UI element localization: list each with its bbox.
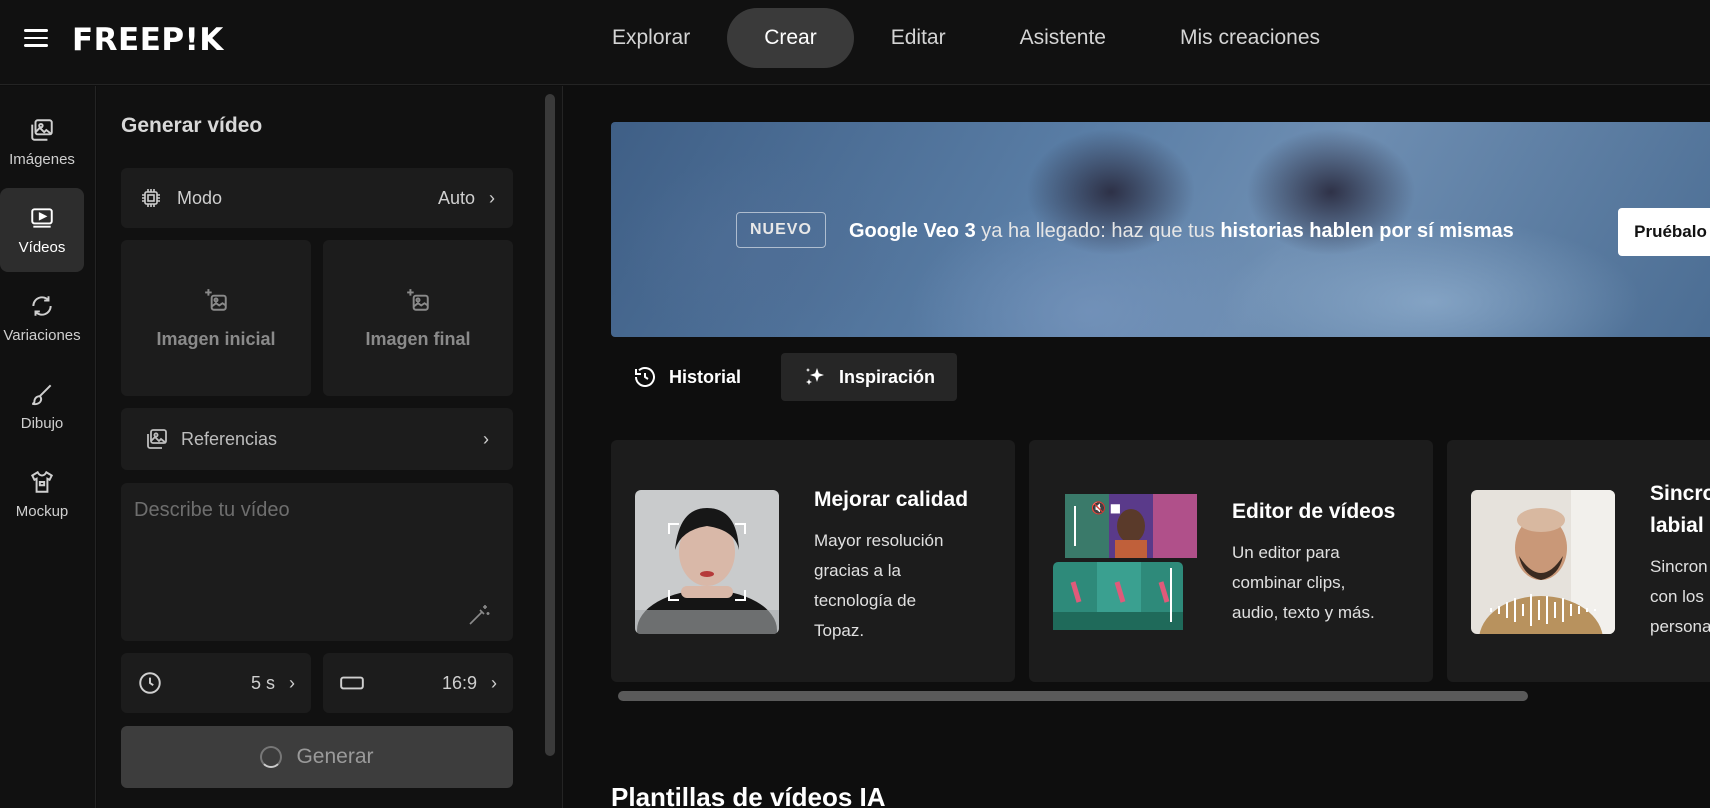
chevron-right-icon: ›: [483, 428, 489, 449]
aspect-ratio-icon: [340, 676, 364, 690]
rail-item-dibujo[interactable]: Dibujo: [0, 364, 84, 448]
chip-icon: [142, 189, 160, 207]
mode-value: Auto: [437, 187, 475, 208]
history-icon: [635, 367, 655, 387]
top-bar: FREEP!K Explorar Crear Editar Asistente …: [0, 0, 1710, 85]
rail-label: Variaciones: [3, 326, 81, 344]
tool-rail: Imágenes Vídeos Variaciones Dibujo Mocku…: [0, 86, 96, 808]
video-icon: [31, 207, 53, 228]
tab-inspiracion[interactable]: Inspiración: [781, 353, 958, 401]
promo-banner[interactable]: NUEVO Google Veo 3 ya ha llegado: haz qu…: [611, 122, 1710, 337]
chevron-right-icon: ›: [489, 187, 495, 208]
feature-desc-line: combinar clips,: [1232, 573, 1346, 592]
add-image-icon: [407, 288, 429, 311]
section-title: Plantillas de vídeos IA: [611, 782, 886, 808]
generate-panel: Generar vídeo Modo Auto › Imagen inicial…: [97, 86, 563, 808]
rail-label: Mockup: [15, 502, 69, 520]
magic-wand-icon[interactable]: [467, 603, 491, 627]
nav-editar[interactable]: Editar: [854, 8, 983, 68]
chevron-right-icon: ›: [289, 672, 295, 693]
images-icon: [31, 118, 53, 141]
sparkles-icon: [806, 368, 824, 385]
rail-item-mockup[interactable]: Mockup: [0, 452, 84, 536]
lip-sync-thumbnail: [1471, 490, 1615, 634]
refresh-icon: [32, 295, 52, 316]
panel-scrollbar[interactable]: [545, 94, 555, 756]
tshirt-icon: [30, 470, 54, 493]
freepik-logo[interactable]: FREEP!K: [72, 22, 224, 58]
rail-item-videos[interactable]: Vídeos: [0, 188, 84, 272]
duration-value: 5 s: [250, 672, 275, 693]
generate-button[interactable]: Generar: [121, 726, 513, 788]
feature-title-line-2: labial: [1650, 514, 1704, 537]
mode-label: Modo: [177, 187, 223, 208]
feature-desc-line: tecnología de: [814, 591, 917, 610]
prompt-textarea[interactable]: Describe tu vídeo: [121, 483, 513, 641]
banner-bold-1: Google Veo 3: [849, 220, 976, 242]
feature-desc-line: gracias a la: [814, 561, 901, 580]
nav-explorar[interactable]: Explorar: [575, 8, 727, 68]
add-image-icon: [205, 288, 227, 311]
nav-asistente[interactable]: Asistente: [983, 8, 1143, 68]
features-scrollbar[interactable]: [618, 691, 1528, 701]
upscale-thumbnail: [635, 490, 779, 634]
feature-card-lip-sync[interactable]: Sincro labial Sincron con los persona: [1447, 440, 1710, 682]
try-it-button[interactable]: Pruébalo: [1618, 208, 1710, 256]
aspect-ratio-value: 16:9: [441, 672, 477, 693]
feature-desc-line: con los: [1650, 587, 1704, 606]
end-image-label: Imagen final: [365, 328, 471, 349]
tab-label: Inspiración: [839, 366, 936, 387]
svg-text:🔇 ■: 🔇 ■: [1091, 501, 1121, 515]
chevron-right-icon: ›: [491, 672, 497, 693]
feature-desc-line: Mayor resolución: [814, 531, 944, 550]
feature-desc-line: Sincron: [1650, 557, 1708, 576]
end-image-upload[interactable]: Imagen final: [323, 240, 513, 396]
menu-icon[interactable]: [24, 29, 48, 47]
banner-plain: ya ha llegado: haz que tus: [975, 220, 1221, 242]
feature-title: Sincro: [1650, 482, 1710, 505]
brush-icon: [31, 384, 52, 405]
prompt-placeholder: Describe tu vídeo: [134, 499, 290, 521]
tab-historial[interactable]: Historial: [611, 353, 763, 401]
start-image-label: Imagen inicial: [156, 328, 276, 349]
main-content: NUEVO Google Veo 3 ya ha llegado: haz qu…: [564, 86, 1710, 808]
nav-crear[interactable]: Crear: [727, 8, 854, 68]
generate-label: Generar: [296, 745, 374, 768]
feature-desc-line: Topaz.: [814, 621, 865, 640]
clock-icon: [139, 672, 161, 694]
feature-title: Editor de vídeos: [1232, 500, 1396, 523]
spinner-icon: [260, 746, 283, 768]
banner-text: Google Veo 3 ya ha llegado: haz que tus …: [849, 220, 1514, 243]
panel-title: Generar vídeo: [121, 114, 263, 137]
rail-label: Imágenes: [9, 150, 75, 168]
mode-selector[interactable]: Modo Auto ›: [121, 168, 513, 228]
banner-bold-2: historias hablen por sí mismas: [1220, 220, 1514, 242]
new-badge: NUEVO: [736, 212, 826, 248]
rail-item-imagenes[interactable]: Imágenes: [0, 100, 84, 184]
feature-title: Mejorar calidad: [814, 488, 969, 511]
rail-label: Dibujo: [20, 414, 64, 432]
video-editor-thumbnail: 🔇 ■: [1053, 490, 1197, 634]
feature-desc-line: audio, texto y más.: [1232, 603, 1375, 622]
references-selector[interactable]: Referencias ›: [121, 408, 513, 470]
feature-desc-line: Un editor para: [1232, 543, 1340, 562]
tab-label: Historial: [669, 366, 742, 387]
rail-label: Vídeos: [18, 238, 66, 256]
references-label: Referencias: [181, 428, 278, 449]
aspect-ratio-selector[interactable]: 16:9 ›: [323, 653, 513, 713]
nav-mis-creaciones[interactable]: Mis creaciones: [1143, 8, 1357, 68]
feature-desc-line: persona: [1650, 617, 1710, 636]
main-nav: Explorar Crear Editar Asistente Mis crea…: [575, 8, 1357, 68]
images-icon: [147, 429, 167, 449]
feature-card-upscale[interactable]: Mejorar calidad Mayor resolución gracias…: [611, 440, 1015, 682]
feature-card-video-editor[interactable]: 🔇 ■ Editor de vídeos Un editor para comb…: [1029, 440, 1433, 682]
start-image-upload[interactable]: Imagen inicial: [121, 240, 311, 396]
duration-selector[interactable]: 5 s ›: [121, 653, 311, 713]
rail-item-variaciones[interactable]: Variaciones: [0, 276, 84, 360]
